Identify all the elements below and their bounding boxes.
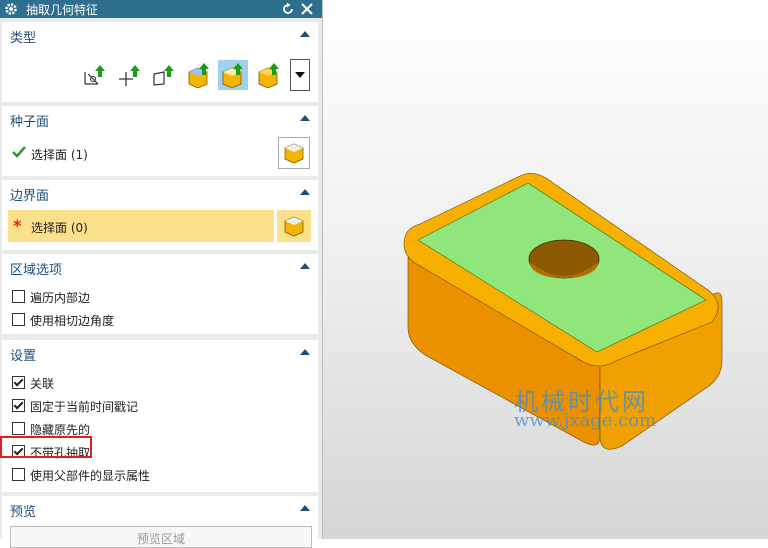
required-asterisk-icon: * — [13, 216, 22, 235]
preview-region-button-label: 预览区域 — [136, 532, 185, 546]
extract-point-plus-icon[interactable] — [116, 62, 142, 88]
extract-point-icon[interactable] — [82, 62, 108, 88]
extract-face-icon[interactable] — [186, 62, 212, 88]
close-icon[interactable] — [301, 3, 313, 15]
dialog-title-bar: 抽取几何特征 — [0, 0, 322, 18]
boundary-face-header[interactable]: 边界面 — [2, 180, 318, 206]
gear-icon — [5, 3, 17, 15]
option-label: 使用相切边角度 — [30, 314, 115, 328]
extract-region-icon — [222, 63, 243, 88]
region-feature-selected[interactable] — [218, 60, 248, 90]
checkbox[interactable] — [12, 290, 25, 303]
checkbox[interactable] — [12, 313, 25, 326]
watermark-url: www.jxage.com — [514, 410, 657, 431]
seed-face-header[interactable]: 种子面 — [2, 106, 318, 132]
check-icon — [12, 146, 26, 158]
type-section: 类型 — [2, 22, 318, 102]
collapse-icon[interactable] — [300, 349, 310, 355]
graphics-viewport[interactable] — [323, 0, 768, 539]
collapse-icon[interactable] — [300, 115, 310, 121]
seed-face-section: 种子面 选择面 (1) — [2, 106, 318, 176]
face-cube-icon — [284, 216, 304, 237]
preview-section: 预览 预览区域 — [2, 496, 318, 548]
type-dropdown-button[interactable] — [290, 59, 310, 91]
preview-label: 预览 — [10, 505, 37, 520]
type-section-label: 类型 — [10, 31, 37, 46]
boundary-face-section: 边界面 * 选择面 (0) — [2, 180, 318, 250]
settings-section: 设置 关联 固定于当前时间戳记 隐藏原先的 不带孔抽取 使用父部件的显示属性 — [0, 340, 318, 492]
extract-geometry-dialog: 抽取几何特征 类型 种子面 选择面 (1) 边界面 * 选择面 (0) 区域选项… — [0, 0, 323, 548]
seed-face-label: 种子面 — [10, 115, 50, 130]
extract-body-icon[interactable] — [256, 62, 282, 88]
checkbox[interactable] — [12, 399, 25, 412]
reset-icon[interactable] — [281, 2, 295, 16]
extract-curve-icon[interactable] — [150, 62, 176, 88]
collapse-icon[interactable] — [300, 31, 310, 37]
boundary-select-row[interactable]: * 选择面 (0) — [8, 210, 274, 242]
option-label: 关联 — [30, 377, 55, 391]
boundary-face-select-button[interactable] — [277, 210, 311, 242]
model-view[interactable] — [323, 0, 768, 539]
region-options-section: 区域选项 遍历内部边 使用相切边角度 — [2, 254, 318, 334]
collapse-icon[interactable] — [300, 505, 310, 511]
highlight-box — [0, 436, 92, 458]
preview-region-button[interactable]: 预览区域 — [10, 526, 312, 548]
checkbox[interactable] — [12, 376, 25, 389]
boundary-face-label: 边界面 — [10, 189, 50, 204]
collapse-icon[interactable] — [300, 263, 310, 269]
seed-face-select-button[interactable] — [278, 137, 310, 169]
collapse-icon[interactable] — [300, 189, 310, 195]
region-options-label: 区域选项 — [10, 263, 63, 278]
boundary-select-face-text: 选择面 (0) — [31, 221, 88, 235]
option-label: 遍历内部边 — [30, 291, 91, 305]
option-label: 固定于当前时间戳记 — [30, 400, 139, 414]
dialog-title: 抽取几何特征 — [26, 3, 99, 17]
type-section-header[interactable]: 类型 — [2, 22, 318, 48]
checkbox[interactable] — [12, 468, 25, 481]
preview-header[interactable]: 预览 — [2, 496, 318, 522]
settings-label: 设置 — [10, 349, 37, 364]
checkbox[interactable] — [12, 422, 25, 435]
seed-select-face-text[interactable]: 选择面 (1) — [31, 146, 88, 163]
option-label: 使用父部件的显示属性 — [30, 469, 151, 483]
settings-header[interactable]: 设置 — [2, 340, 318, 366]
region-options-header[interactable]: 区域选项 — [2, 254, 318, 280]
chevron-down-icon — [295, 72, 305, 78]
face-cube-icon — [284, 143, 304, 164]
